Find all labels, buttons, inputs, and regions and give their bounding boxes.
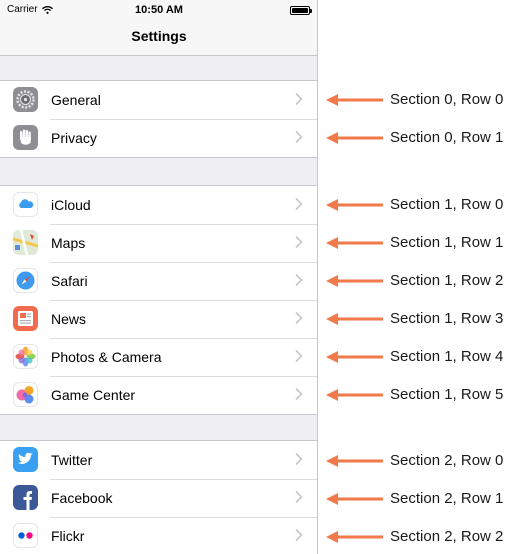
- section-0: General Privacy: [0, 80, 317, 158]
- chevron-right-icon: [295, 387, 303, 401]
- row-label: Flickr: [51, 528, 85, 544]
- status-bar: Carrier 10:50 AM: [0, 0, 317, 20]
- arrow-left-icon: [326, 275, 383, 287]
- row-label: Maps: [51, 235, 86, 251]
- table-row[interactable]: Privacy: [0, 119, 317, 157]
- bird-icon: [13, 447, 38, 472]
- map-icon: [13, 230, 38, 255]
- annotation-section-2-row-2: Section 2, Row 2: [322, 527, 509, 547]
- annotation-label: Section 1, Row 3: [390, 310, 504, 327]
- annotation-label: Section 2, Row 0: [390, 452, 504, 469]
- annotation-label: Section 2, Row 1: [390, 490, 504, 507]
- annotation-section-0-row-0: Section 0, Row 0: [322, 90, 509, 110]
- annotation-section-1-row-1: Section 1, Row 1: [322, 233, 509, 253]
- chevron-right-icon: [295, 197, 303, 211]
- row-label: News: [51, 311, 87, 327]
- arrow-left-icon: [326, 199, 383, 211]
- arrow-left-icon: [326, 351, 383, 363]
- arrow-left-icon: [326, 132, 383, 144]
- arrow-left-icon: [326, 389, 383, 401]
- chevron-right-icon: [295, 349, 303, 363]
- chevron-right-icon: [295, 452, 303, 466]
- chevron-right-icon: [295, 490, 303, 504]
- chevron-right-icon: [295, 311, 303, 325]
- annotation-section-2-row-1: Section 2, Row 1: [322, 489, 509, 509]
- row-label: General: [51, 92, 101, 108]
- annotation-label: Section 1, Row 2: [390, 272, 504, 289]
- annotation-section-0-row-1: Section 0, Row 1: [322, 128, 509, 148]
- table-row[interactable]: iCloud: [0, 186, 317, 224]
- table-row[interactable]: Safari: [0, 262, 317, 300]
- annotation-section-1-row-5: Section 1, Row 5: [322, 385, 509, 405]
- annotation-section-1-row-4: Section 1, Row 4: [322, 347, 509, 367]
- two-dots-icon: [13, 523, 38, 548]
- bubbles-icon: [13, 382, 38, 407]
- flower-icon: [13, 344, 38, 369]
- table-row[interactable]: News: [0, 300, 317, 338]
- row-label: Twitter: [51, 452, 93, 468]
- row-label: Safari: [51, 273, 88, 289]
- arrow-left-icon: [326, 94, 383, 106]
- table-row[interactable]: Flickr: [0, 517, 317, 554]
- arrow-left-icon: [326, 455, 383, 467]
- arrow-left-icon: [326, 493, 383, 505]
- row-label: Game Center: [51, 387, 136, 403]
- cloud-icon: [13, 192, 38, 217]
- table-row[interactable]: Photos & Camera: [0, 338, 317, 376]
- row-label: Facebook: [51, 490, 113, 506]
- table-row[interactable]: Game Center: [0, 376, 317, 414]
- annotation-label: Section 1, Row 5: [390, 386, 504, 403]
- annotation-label: Section 2, Row 2: [390, 528, 504, 545]
- chevron-right-icon: [295, 273, 303, 287]
- gear-icon: [13, 87, 38, 112]
- news-icon: [13, 306, 38, 331]
- page-title: Settings: [0, 20, 317, 56]
- annotation-section-1-row-0: Section 1, Row 0: [322, 195, 509, 215]
- compass-icon: [13, 268, 38, 293]
- row-label: Photos & Camera: [51, 349, 162, 365]
- table-row[interactable]: General: [0, 81, 317, 119]
- annotation-label: Section 1, Row 0: [390, 196, 504, 213]
- status-time: 10:50 AM: [135, 4, 183, 16]
- section-2: Twitter Facebook Flickr: [0, 440, 317, 554]
- f-letter-icon: [13, 485, 38, 510]
- row-label: iCloud: [51, 197, 91, 213]
- chevron-right-icon: [295, 235, 303, 249]
- iphone-screen: Carrier 10:50 AM Settings General Privac…: [0, 0, 318, 554]
- table-row[interactable]: Maps: [0, 224, 317, 262]
- arrow-left-icon: [326, 237, 383, 249]
- table-row[interactable]: Twitter: [0, 441, 317, 479]
- arrow-left-icon: [326, 313, 383, 325]
- chevron-right-icon: [295, 130, 303, 144]
- annotation-label: Section 1, Row 4: [390, 348, 504, 365]
- chevron-right-icon: [295, 528, 303, 542]
- row-label: Privacy: [51, 130, 97, 146]
- section-1: iCloud Maps Safari News Photos & Camera …: [0, 185, 317, 415]
- annotation-section-2-row-0: Section 2, Row 0: [322, 451, 509, 471]
- annotation-section-1-row-2: Section 1, Row 2: [322, 271, 509, 291]
- annotation-label: Section 0, Row 1: [390, 129, 504, 146]
- table-row[interactable]: Facebook: [0, 479, 317, 517]
- annotation-section-1-row-3: Section 1, Row 3: [322, 309, 509, 329]
- annotation-label: Section 1, Row 1: [390, 234, 504, 251]
- chevron-right-icon: [295, 92, 303, 106]
- hand-icon: [13, 125, 38, 150]
- annotation-label: Section 0, Row 0: [390, 91, 504, 108]
- battery-icon: [290, 6, 312, 15]
- arrow-left-icon: [326, 531, 383, 543]
